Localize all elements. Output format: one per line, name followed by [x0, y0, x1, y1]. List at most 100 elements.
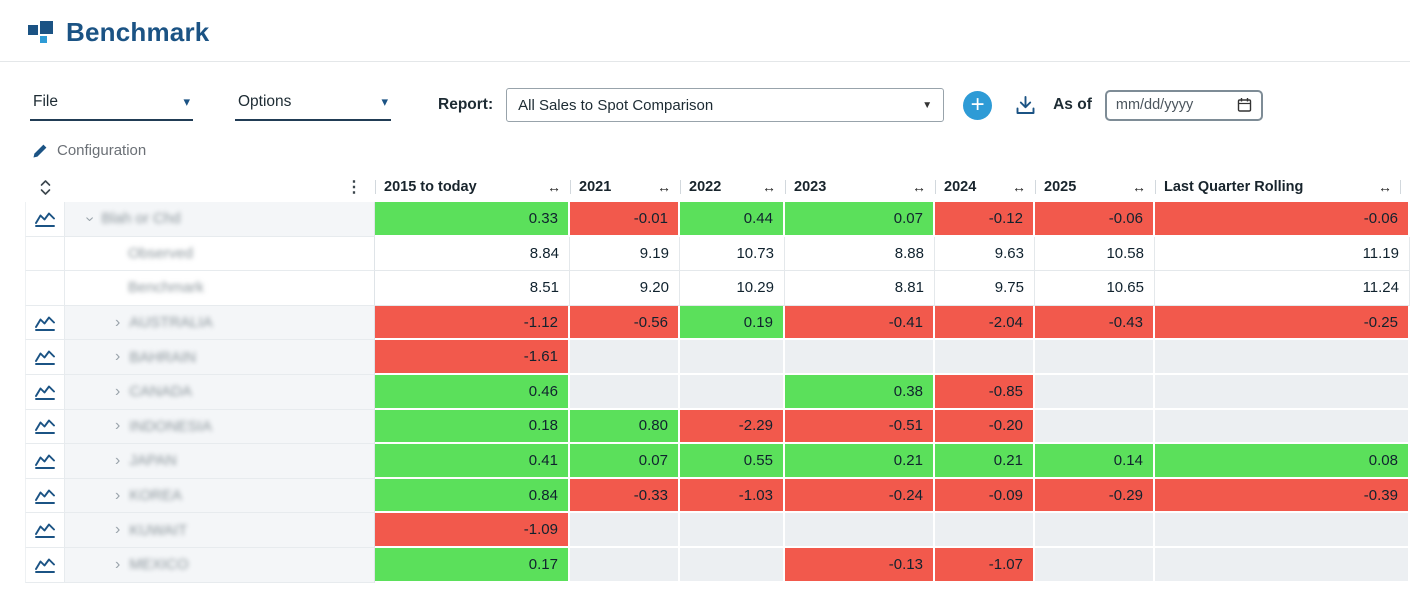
kebab-menu-icon[interactable]: ⋮	[346, 177, 362, 197]
row-label[interactable]: ›KUWAIT	[65, 513, 375, 548]
table-cell[interactable]	[1155, 375, 1410, 410]
column-header[interactable]: 2023↔	[785, 172, 935, 202]
table-cell[interactable]	[1155, 548, 1410, 583]
table-cell[interactable]: 8.51	[375, 271, 570, 306]
table-cell[interactable]: -0.41	[785, 306, 935, 341]
table-cell[interactable]	[1155, 513, 1410, 548]
table-cell[interactable]: -1.03	[680, 479, 785, 514]
column-header[interactable]: 2025↔	[1035, 172, 1155, 202]
table-cell[interactable]: 9.63	[935, 237, 1035, 272]
table-cell[interactable]: -0.51	[785, 410, 935, 445]
row-label[interactable]: Observed	[65, 237, 375, 272]
table-cell[interactable]	[570, 375, 680, 410]
row-chart-cell[interactable]	[25, 548, 65, 583]
table-cell[interactable]: -0.06	[1035, 202, 1155, 237]
table-cell[interactable]	[680, 375, 785, 410]
table-cell[interactable]: -0.85	[935, 375, 1035, 410]
row-label[interactable]: ›JAPAN	[65, 444, 375, 479]
table-cell[interactable]: -0.09	[935, 479, 1035, 514]
row-chart-cell[interactable]	[25, 513, 65, 548]
column-resize-icon[interactable]: ↔	[539, 179, 561, 195]
table-cell[interactable]	[1155, 410, 1410, 445]
table-cell[interactable]: 0.18	[375, 410, 570, 445]
row-label[interactable]: ›Blah or Chd	[65, 202, 375, 237]
calendar-icon[interactable]	[1237, 97, 1252, 113]
table-cell[interactable]: 0.19	[680, 306, 785, 341]
table-cell[interactable]: 0.38	[785, 375, 935, 410]
line-chart-icon[interactable]	[35, 557, 55, 573]
column-resize-icon[interactable]: ↔	[649, 179, 671, 195]
table-cell[interactable]: -2.04	[935, 306, 1035, 341]
table-cell[interactable]: 10.65	[1035, 271, 1155, 306]
line-chart-icon[interactable]	[35, 418, 55, 434]
chevron-down-icon[interactable]: ›	[81, 216, 99, 221]
column-resize-icon[interactable]: ↔	[754, 179, 776, 195]
row-chart-cell[interactable]	[25, 340, 65, 375]
table-cell[interactable]: -0.24	[785, 479, 935, 514]
options-menu[interactable]: Options ▾	[235, 89, 391, 121]
chevron-right-icon[interactable]: ›	[115, 417, 120, 435]
table-cell[interactable]	[935, 513, 1035, 548]
table-cell[interactable]	[680, 340, 785, 375]
row-chart-cell[interactable]	[25, 202, 65, 237]
table-cell[interactable]: -0.29	[1035, 479, 1155, 514]
table-cell[interactable]: 0.17	[375, 548, 570, 583]
table-cell[interactable]: 0.55	[680, 444, 785, 479]
row-label[interactable]: ›MEXICO	[65, 548, 375, 583]
line-chart-icon[interactable]	[35, 384, 55, 400]
column-resize-icon[interactable]: ↔	[1004, 179, 1026, 195]
line-chart-icon[interactable]	[35, 349, 55, 365]
table-cell[interactable]: -0.06	[1155, 202, 1410, 237]
table-cell[interactable]: 9.75	[935, 271, 1035, 306]
table-cell[interactable]	[1035, 410, 1155, 445]
table-cell[interactable]	[1035, 548, 1155, 583]
table-cell[interactable]: -2.29	[680, 410, 785, 445]
table-cell[interactable]	[680, 548, 785, 583]
table-cell[interactable]: 8.84	[375, 237, 570, 272]
download-button[interactable]	[1015, 95, 1036, 115]
table-cell[interactable]: 9.19	[570, 237, 680, 272]
chevron-right-icon[interactable]: ›	[115, 314, 120, 332]
row-chart-cell[interactable]	[25, 479, 65, 514]
table-cell[interactable]: 0.41	[375, 444, 570, 479]
table-cell[interactable]	[680, 513, 785, 548]
table-cell[interactable]: 8.81	[785, 271, 935, 306]
table-cell[interactable]: 0.14	[1035, 444, 1155, 479]
row-label[interactable]: ›INDONESIA	[65, 410, 375, 445]
table-cell[interactable]: 0.08	[1155, 444, 1410, 479]
table-cell[interactable]: -0.25	[1155, 306, 1410, 341]
table-cell[interactable]: -0.56	[570, 306, 680, 341]
table-cell[interactable]	[570, 340, 680, 375]
table-cell[interactable]: 11.19	[1155, 237, 1410, 272]
table-cell[interactable]: 0.21	[785, 444, 935, 479]
as-of-date-input[interactable]: mm/dd/yyyy	[1105, 90, 1263, 121]
row-chart-cell[interactable]	[25, 375, 65, 410]
table-cell[interactable]	[1035, 513, 1155, 548]
table-cell[interactable]: -0.43	[1035, 306, 1155, 341]
column-header[interactable]: Last Quarter Rolling↔	[1155, 172, 1410, 202]
line-chart-icon[interactable]	[35, 453, 55, 469]
chevron-right-icon[interactable]: ›	[115, 487, 120, 505]
chevron-right-icon[interactable]: ›	[115, 348, 120, 366]
table-cell[interactable]: -0.39	[1155, 479, 1410, 514]
table-cell[interactable]	[570, 513, 680, 548]
table-cell[interactable]	[1155, 340, 1410, 375]
column-resize-icon[interactable]: ↔	[1124, 179, 1146, 195]
row-sort-header[interactable]	[25, 172, 65, 202]
table-cell[interactable]: 0.07	[785, 202, 935, 237]
table-cell[interactable]: -0.20	[935, 410, 1035, 445]
table-cell[interactable]	[935, 340, 1035, 375]
table-cell[interactable]: -1.12	[375, 306, 570, 341]
chevron-right-icon[interactable]: ›	[115, 452, 120, 470]
column-resize-icon[interactable]: ↔	[904, 179, 926, 195]
table-cell[interactable]: -1.07	[935, 548, 1035, 583]
row-label[interactable]: ›AUSTRALIA	[65, 306, 375, 341]
line-chart-icon[interactable]	[35, 211, 55, 227]
table-cell[interactable]: 0.21	[935, 444, 1035, 479]
chevron-right-icon[interactable]: ›	[115, 383, 120, 401]
row-chart-cell[interactable]	[25, 306, 65, 341]
column-header[interactable]: 2024↔	[935, 172, 1035, 202]
table-cell[interactable]: 0.07	[570, 444, 680, 479]
chevron-right-icon[interactable]: ›	[115, 556, 120, 574]
row-label[interactable]: ›BAHRAIN	[65, 340, 375, 375]
